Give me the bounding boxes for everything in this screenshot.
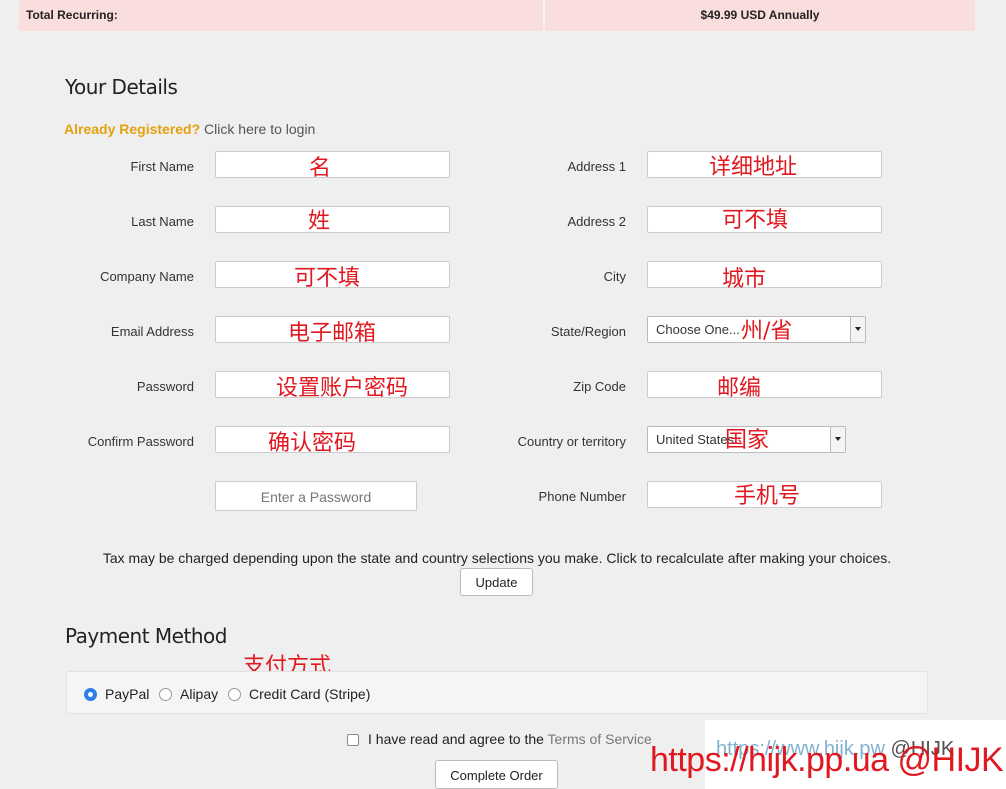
tos-checkbox[interactable]	[347, 734, 359, 746]
update-button[interactable]: Update	[460, 568, 533, 596]
first-name-input[interactable]	[215, 151, 450, 178]
country-label: Country or territory	[517, 434, 626, 449]
credit-card-label[interactable]: Credit Card (Stripe)	[249, 686, 370, 702]
watermark-red: https://hijk.pp.ua @HIJK	[650, 741, 1004, 779]
already-registered-line: Already Registered? Click here to login	[64, 121, 315, 137]
chevron-down-icon	[850, 317, 865, 342]
alipay-radio[interactable]	[159, 688, 172, 701]
address-2-input[interactable]	[647, 206, 882, 233]
password-input[interactable]	[215, 371, 450, 398]
address-1-input[interactable]	[647, 151, 882, 178]
address-2-label: Address 2	[567, 214, 626, 229]
total-recurring-bar: Total Recurring: $49.99 USD Annually	[19, 0, 975, 31]
city-input[interactable]	[647, 261, 882, 288]
payment-options-box: PayPal Alipay Credit Card (Stripe)	[66, 671, 928, 714]
zip-code-input[interactable]	[647, 371, 882, 398]
company-name-input[interactable]	[215, 261, 450, 288]
phone-number-label: Phone Number	[538, 489, 626, 504]
chevron-down-icon	[830, 427, 845, 452]
first-name-label: First Name	[130, 159, 194, 174]
paypal-radio[interactable]	[84, 688, 97, 701]
your-details-heading: Your Details	[65, 75, 178, 99]
alipay-label[interactable]: Alipay	[180, 686, 218, 702]
state-region-selected-value: Choose One...	[656, 322, 740, 337]
already-registered-text: Already Registered?	[64, 121, 201, 137]
complete-order-button[interactable]: Complete Order	[435, 760, 558, 789]
state-region-select[interactable]: Choose One...	[647, 316, 866, 343]
company-name-label: Company Name	[100, 269, 194, 284]
phone-number-input[interactable]	[647, 481, 882, 508]
country-select[interactable]: United States	[647, 426, 846, 453]
tos-text: I have read and agree to the Terms of Se…	[368, 731, 652, 747]
password-label: Password	[136, 379, 194, 394]
payment-method-heading: Payment Method	[65, 624, 227, 648]
address-1-label: Address 1	[567, 159, 626, 174]
confirm-password-label: Confirm Password	[87, 434, 194, 449]
last-name-label: Last Name	[131, 214, 194, 229]
last-name-input[interactable]	[215, 206, 450, 233]
state-region-label: State/Region	[550, 324, 626, 339]
paypal-label[interactable]: PayPal	[105, 686, 149, 702]
city-label: City	[603, 269, 626, 284]
login-link[interactable]: Click here to login	[200, 121, 315, 137]
password-strength-indicator: Enter a Password	[215, 481, 417, 511]
zip-code-label: Zip Code	[573, 379, 626, 394]
email-address-label: Email Address	[110, 324, 194, 339]
tos-prefix: I have read and agree to the	[368, 731, 548, 747]
confirm-password-input[interactable]	[215, 426, 450, 453]
total-recurring-value: $49.99 USD Annually	[700, 8, 820, 22]
terms-of-service-link[interactable]: Terms of Service	[548, 731, 652, 747]
country-selected-value: United States	[656, 432, 735, 447]
tax-note: Tax may be charged depending upon the st…	[102, 550, 892, 566]
credit-card-radio[interactable]	[228, 688, 241, 701]
total-recurring-label: Total Recurring:	[26, 8, 118, 22]
email-address-input[interactable]	[215, 316, 450, 343]
